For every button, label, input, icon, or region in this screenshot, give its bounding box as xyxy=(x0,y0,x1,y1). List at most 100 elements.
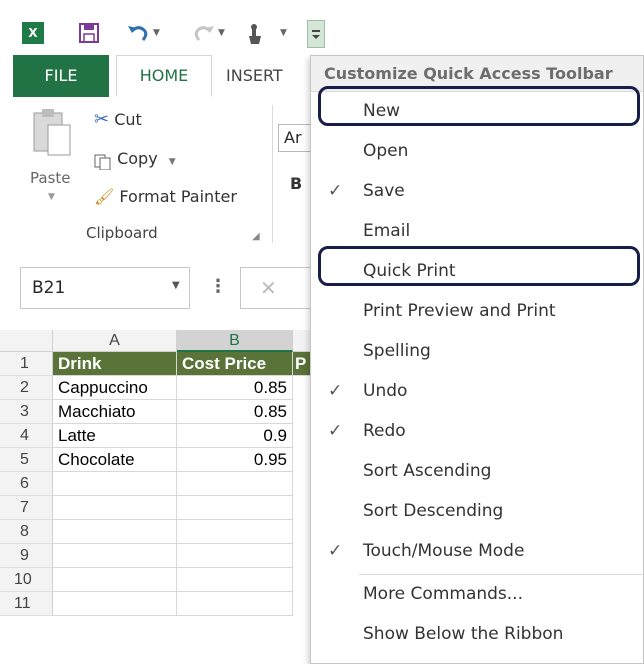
cell-b3[interactable]: 0.85 xyxy=(177,400,293,424)
row-header[interactable]: 4 xyxy=(0,424,53,448)
menu-item-more-commands[interactable]: More Commands... xyxy=(311,575,643,613)
ribbon-divider xyxy=(272,105,273,243)
scissors-icon: ✂ xyxy=(94,109,110,130)
menu-item-sort-descending[interactable]: Sort Descending xyxy=(311,492,643,530)
menu-item-label: Open xyxy=(363,141,409,161)
highlight-oval-new xyxy=(318,86,640,126)
name-box[interactable]: B21 xyxy=(20,267,190,309)
copy-button[interactable]: Copy ▼ xyxy=(94,146,176,172)
undo-icon[interactable] xyxy=(126,22,150,48)
formula-bar-dots[interactable]: ⋮ xyxy=(209,276,227,297)
cell-a5[interactable]: Chocolate xyxy=(53,448,177,472)
menu-item-label: Print Preview and Print xyxy=(363,301,556,321)
empty-cell[interactable] xyxy=(177,472,293,496)
menu-item-email[interactable]: Email xyxy=(311,212,643,250)
row-header[interactable]: 3 xyxy=(0,400,53,424)
menu-item-show-below-ribbon[interactable]: Show Below the Ribbon xyxy=(311,615,643,653)
format-painter-button[interactable]: 🖌 Format Painter xyxy=(94,184,237,210)
cell-b1[interactable]: Cost Price xyxy=(177,352,293,376)
empty-cell[interactable] xyxy=(53,568,177,592)
cell-a1[interactable]: Drink xyxy=(53,352,177,376)
checkmark-icon: ✓ xyxy=(328,541,343,561)
empty-cell[interactable] xyxy=(53,496,177,520)
cell-a4[interactable]: Latte xyxy=(53,424,177,448)
tab-file[interactable]: FILE xyxy=(13,55,109,97)
empty-cell[interactable] xyxy=(53,472,177,496)
format-painter-icon: 🖌 xyxy=(94,187,115,206)
checkmark-icon: ✓ xyxy=(328,181,343,201)
row-header[interactable]: 5 xyxy=(0,448,53,472)
excel-logo-icon: X xyxy=(22,22,44,44)
empty-cell[interactable] xyxy=(177,496,293,520)
paste-dropdown-icon[interactable]: ▼ xyxy=(48,192,55,202)
menu-item-label: Undo xyxy=(363,381,408,401)
menu-item-label: Redo xyxy=(363,421,406,441)
undo-dropdown-icon[interactable]: ▼ xyxy=(153,22,160,44)
cut-button[interactable]: ✂ Cut xyxy=(94,107,142,133)
empty-cell[interactable] xyxy=(177,592,293,616)
cell-b2[interactable]: 0.85 xyxy=(177,376,293,400)
menu-item-undo[interactable]: ✓ Undo xyxy=(311,372,643,410)
bold-button[interactable]: B xyxy=(290,174,302,193)
paste-icon[interactable] xyxy=(32,107,74,156)
copy-dropdown-icon[interactable]: ▼ xyxy=(169,157,176,167)
tab-insert[interactable]: INSERT xyxy=(226,55,283,97)
copy-icon xyxy=(94,152,112,170)
empty-cell[interactable] xyxy=(177,520,293,544)
checkmark-icon: ✓ xyxy=(328,421,343,441)
customize-qat-menu: Customize Quick Access Toolbar New Open … xyxy=(310,55,644,664)
empty-cell[interactable] xyxy=(177,544,293,568)
cell-a3[interactable]: Macchiato xyxy=(53,400,177,424)
menu-item-label: Sort Ascending xyxy=(363,461,492,481)
menu-item-redo[interactable]: ✓ Redo xyxy=(311,412,643,450)
row-header[interactable]: 7 xyxy=(0,496,53,520)
row-header[interactable]: 2 xyxy=(0,376,53,400)
column-header-a[interactable]: A xyxy=(53,330,177,352)
tab-home[interactable]: HOME xyxy=(116,55,212,97)
row-header[interactable]: 9 xyxy=(0,544,53,568)
menu-item-sort-ascending[interactable]: Sort Ascending xyxy=(311,452,643,490)
menu-item-label: Spelling xyxy=(363,341,431,361)
row-header[interactable]: 6 xyxy=(0,472,53,496)
empty-cell[interactable] xyxy=(177,568,293,592)
checkmark-icon: ✓ xyxy=(328,381,343,401)
empty-cell[interactable] xyxy=(53,544,177,568)
save-icon[interactable] xyxy=(78,22,100,48)
redo-dropdown-icon[interactable]: ▼ xyxy=(218,22,225,44)
menu-item-label: Show Below the Ribbon xyxy=(363,624,564,644)
empty-cell[interactable] xyxy=(53,520,177,544)
menu-item-open[interactable]: Open xyxy=(311,132,643,170)
column-header-b[interactable]: B xyxy=(177,330,293,352)
name-box-dropdown-icon[interactable]: ▼ xyxy=(172,280,180,291)
menu-item-label: Touch/Mouse Mode xyxy=(363,541,525,561)
row-header[interactable]: 8 xyxy=(0,520,53,544)
menu-item-label: Sort Descending xyxy=(363,501,504,521)
cell-a2[interactable]: Cappuccino xyxy=(53,376,177,400)
quick-access-toolbar: X ▼ ▼ ▼ xyxy=(0,0,644,55)
cut-label: Cut xyxy=(114,110,142,129)
menu-item-label: Email xyxy=(363,221,411,241)
menu-item-print-preview[interactable]: Print Preview and Print xyxy=(311,292,643,330)
row-header[interactable]: 10 xyxy=(0,568,53,592)
paste-label[interactable]: Paste xyxy=(30,169,71,187)
customize-qat-icon[interactable] xyxy=(307,20,325,48)
menu-item-label: More Commands... xyxy=(363,584,523,604)
clipboard-group-label: Clipboard xyxy=(86,224,158,242)
format-painter-label: Format Painter xyxy=(119,187,237,206)
redo-icon[interactable] xyxy=(192,22,216,48)
clipboard-launcher-icon[interactable]: ◢ xyxy=(252,231,260,242)
cancel-icon[interactable]: ✕ xyxy=(260,276,277,300)
cell-b5[interactable]: 0.95 xyxy=(177,448,293,472)
menu-item-touch-mouse-mode[interactable]: ✓ Touch/Mouse Mode xyxy=(311,532,643,570)
copy-label: Copy xyxy=(117,149,158,168)
menu-item-save[interactable]: ✓ Save xyxy=(311,172,643,210)
cell-b4[interactable]: 0.9 xyxy=(177,424,293,448)
highlight-oval-quick-print xyxy=(318,246,640,286)
touch-mode-dropdown-icon[interactable]: ▼ xyxy=(280,22,287,44)
touch-mode-icon[interactable] xyxy=(245,22,265,50)
row-header[interactable]: 1 xyxy=(0,352,53,376)
select-all-corner[interactable] xyxy=(0,330,53,352)
empty-cell[interactable] xyxy=(53,592,177,616)
menu-item-spelling[interactable]: Spelling xyxy=(311,332,643,370)
row-header[interactable]: 11 xyxy=(0,592,53,616)
